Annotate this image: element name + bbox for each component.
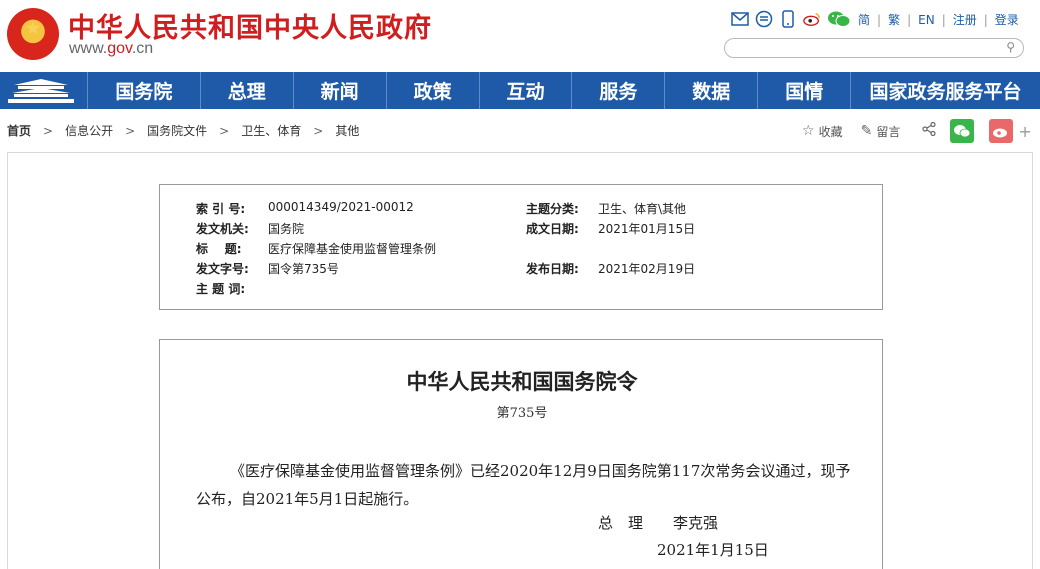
breadcrumb-health-sports[interactable]: 卫生、体育 (241, 122, 301, 139)
top-links: 简 | 繁 | EN | 注册 | 登录 (858, 11, 1019, 28)
traditional-chinese-link[interactable]: 繁 (888, 11, 900, 28)
meta-title-row: 标 题: 医疗保障基金使用监督管理条例 (196, 242, 437, 256)
search-input[interactable] (733, 41, 1003, 59)
simplified-chinese-link[interactable]: 简 (858, 11, 870, 28)
wechat-icon[interactable] (827, 10, 851, 28)
english-link[interactable]: EN (918, 13, 935, 27)
meta-issuer-row: 发文机关: 国务院 (196, 222, 305, 236)
separator: | (941, 12, 946, 27)
breadcrumb-other[interactable]: 其他 (335, 122, 359, 139)
star-icon: ☆ (802, 123, 815, 139)
nav-item-national-conditions[interactable]: 国情 (758, 72, 852, 109)
site-header: 中华人民共和国中央人民政府 www.gov.cn 简 | 繁 | EN | 注册… (0, 0, 1040, 72)
document-date: 2021年1月15日 (657, 541, 769, 559)
weibo-icon[interactable] (803, 10, 821, 28)
login-link[interactable]: 登录 (995, 11, 1019, 28)
nav-item-news[interactable]: 新闻 (294, 72, 387, 109)
meta-keywords-row: 主 题 词: (196, 282, 246, 296)
main-nav: 国务院 总理 新闻 政策 互动 服务 数据 国情 国家政务服务平台 (0, 72, 1040, 109)
tiananmen-logo-icon[interactable] (0, 72, 88, 109)
document-signature: 总 理 李克强 (598, 514, 719, 532)
page-tools: ☆ 收藏 ✎ 留言 + (802, 119, 1032, 143)
mail-icon[interactable] (731, 10, 749, 28)
nav-item-premier[interactable]: 总理 (201, 72, 294, 109)
search-box: ⚲ (724, 38, 1024, 59)
separator: | (983, 12, 988, 27)
document-number: 第735号 (496, 406, 548, 421)
register-link[interactable]: 注册 (953, 11, 977, 28)
meta-docno-row: 发文字号: 国令第735号 (196, 262, 339, 276)
favorite-button[interactable]: ☆ 收藏 (802, 123, 843, 140)
message-icon[interactable] (755, 10, 773, 28)
search-icon[interactable]: ⚲ (1006, 40, 1015, 54)
meta-category-value: 卫生、体育\其他 (598, 202, 687, 216)
meta-index-value: 000014349/2021-00012 (268, 200, 414, 214)
meta-title-value: 医疗保障基金使用监督管理条例 (268, 242, 437, 256)
breadcrumb-home[interactable]: 首页 (7, 122, 31, 139)
site-url[interactable]: www.gov.cn (69, 40, 153, 58)
meta-index-row: 索 引 号: 000014349/2021-00012 (196, 200, 414, 216)
breadcrumb-info-disclosure[interactable]: 信息公开 (65, 122, 113, 139)
plus-icon[interactable]: + (1018, 122, 1031, 141)
nav-item-state-council[interactable]: 国务院 (88, 72, 201, 109)
pencil-icon: ✎ (860, 123, 873, 139)
chevron-right-icon: > (219, 123, 230, 138)
wechat-share-button[interactable] (950, 119, 975, 143)
top-icon-bar (731, 10, 851, 28)
share-icon[interactable] (922, 121, 936, 140)
meta-published-value: 2021年02月19日 (598, 262, 696, 276)
separator: | (877, 12, 882, 27)
meta-published-row: 发布日期: 2021年02月19日 (526, 262, 696, 276)
chevron-right-icon: > (125, 123, 136, 138)
breadcrumb: 首页 > 信息公开 > 国务院文件 > 卫生、体育 > 其他 (7, 122, 359, 139)
comment-button[interactable]: ✎ 留言 (861, 123, 901, 140)
document-metadata-box: 索 引 号: 000014349/2021-00012 主题分类: 卫生、体育\… (159, 184, 883, 310)
nav-item-data[interactable]: 数据 (665, 72, 759, 109)
meta-issuer-value: 国务院 (268, 222, 305, 236)
nav-item-interaction[interactable]: 互动 (480, 72, 573, 109)
chevron-right-icon: > (43, 123, 54, 138)
nav-item-services[interactable]: 服务 (572, 72, 666, 109)
nav-item-gov-service-platform[interactable]: 国家政务服务平台 (851, 72, 1040, 109)
mobile-icon[interactable] (779, 10, 797, 28)
chevron-right-icon: > (313, 123, 324, 138)
separator: | (907, 12, 912, 27)
nav-item-policy[interactable]: 政策 (387, 72, 480, 109)
document-title: 中华人民共和国国务院令 (406, 369, 638, 394)
meta-created-row: 成文日期: 2021年01月15日 (526, 222, 696, 236)
meta-docno-value: 国令第735号 (268, 262, 339, 276)
document-paragraph: 《医疗保障基金使用监督管理条例》已经2020年12月9日国务院第117次常务会议… (196, 462, 851, 508)
national-emblem-icon[interactable] (7, 8, 59, 60)
weibo-share-button[interactable] (989, 119, 1014, 143)
breadcrumb-state-council-docs[interactable]: 国务院文件 (147, 122, 207, 139)
document-body-box: 中华人民共和国国务院令 第735号 《医疗保障基金使用监督管理条例》已经2020… (159, 339, 883, 569)
meta-category-row: 主题分类: 卫生、体育\其他 (526, 202, 687, 216)
meta-created-value: 2021年01月15日 (598, 222, 696, 236)
